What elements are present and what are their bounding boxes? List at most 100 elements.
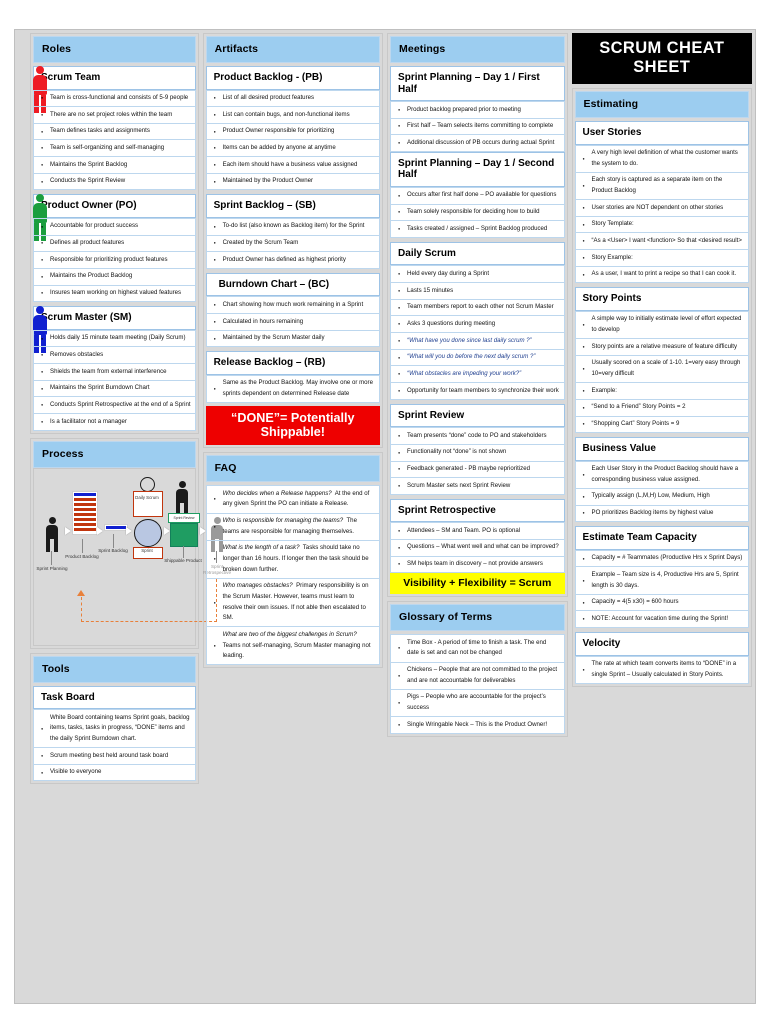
- faq-question: Who decides when a Release happens?: [222, 489, 332, 497]
- tools-title-task-board: Task Board: [33, 685, 196, 710]
- faq-item: Who manages obstacles? Primary responsib…: [205, 578, 381, 628]
- faq-item: What is the length of a task? Tasks shou…: [205, 540, 381, 579]
- list-item: Maintains the Product Backlog: [33, 268, 196, 286]
- meetings-panel: Meetings Sprint Planning – Day 1 / First…: [387, 33, 568, 598]
- meeting-items-sprint-review: Team presents “done” code to PO and stak…: [390, 427, 565, 495]
- list-item: Holds daily 15 minute team meeting (Dail…: [33, 329, 196, 348]
- list-item: As a user, I want to print a recipe so t…: [574, 266, 749, 284]
- list-item: Maintained by the Scrum Master daily: [205, 330, 381, 348]
- list-item: Scrum Master sets next Sprint Review: [390, 478, 565, 495]
- meeting-title-daily-scrum: Daily Scrum: [390, 241, 565, 266]
- column-meetings: Meetings Sprint Planning – Day 1 / First…: [387, 33, 568, 1000]
- meeting-title-sprint-planning-second-half: Sprint Planning – Day 1 / Second Half: [390, 151, 565, 187]
- estimating-items-velocity: The rate at which team converts items to…: [574, 655, 749, 684]
- estimating-items-team-capacity: Capacity = # Teammates (Productive Hrs x…: [574, 549, 749, 629]
- meeting-title-sprint-retrospective: Sprint Retrospective: [390, 498, 565, 523]
- shippable-product-box-icon: [170, 522, 198, 547]
- list-item: Is a facilitator not a manager: [33, 414, 196, 431]
- list-item: Items can be added by anyone at anytime: [205, 140, 381, 158]
- process-label-product-backlog: Product Backlog: [65, 553, 99, 559]
- sprint-review-person-icon: [174, 480, 190, 516]
- meeting-title-sprint-planning-first-half: Sprint Planning – Day 1 / First Half: [390, 66, 565, 101]
- list-item: Maintains the Sprint Burndown Chart: [33, 380, 196, 398]
- role-group-scrum-team: Scrum Team Team is cross-functional and …: [33, 66, 196, 191]
- list-item: User stories are NOT dependent on other …: [574, 200, 749, 217]
- list-item: Example:: [574, 383, 749, 400]
- list-item: Each item should have a business value a…: [205, 157, 381, 174]
- meetings-band: Meetings: [390, 36, 565, 63]
- faq-item: Who is responsible for managing the team…: [205, 513, 381, 541]
- list-item: Responsible for prioritizing product fea…: [33, 252, 196, 269]
- estimating-items-story-points: A simple way to initially estimate level…: [574, 310, 749, 434]
- estimating-items-user-stories: A very high level definition of what the…: [574, 144, 749, 284]
- list-item: Each User Story in the Product Backlog s…: [574, 460, 749, 489]
- sprint-cycle-icon: [134, 518, 162, 547]
- process-panel: Process Sprint Planning Product Backlog: [30, 437, 231, 649]
- list-item: Scrum meeting best held around task boar…: [33, 748, 196, 765]
- meeting-items-sprint-planning-second-half: Occurs after first half done – PO availa…: [390, 186, 565, 238]
- list-item: Time Box - A period of time to finish a …: [390, 634, 565, 663]
- list-item: First half – Team selects items committi…: [390, 118, 565, 136]
- done-banner: “DONE”= Potentially Shippable!: [205, 406, 381, 446]
- daily-scrum-question: “What obstacles are impeding your work?”: [390, 366, 565, 384]
- list-item: Product Owner responsible for prioritizi…: [205, 123, 381, 141]
- list-item: Team defines tasks and assignments: [33, 123, 196, 141]
- estimating-items-business-value: Each User Story in the Product Backlog s…: [574, 460, 749, 523]
- list-item: Opportunity for team members to synchron…: [390, 383, 565, 400]
- list-item: Capacity = 4(5 x30) = 600 hours: [574, 594, 749, 612]
- daily-scrum-question: “What have you done since last daily scr…: [390, 333, 565, 350]
- list-item: There are no set project roles within th…: [33, 107, 196, 124]
- list-item: Usually scored on a scale of 1-10. 1=ver…: [574, 355, 749, 384]
- process-diagram: Sprint Planning Product Backlog Sprint B…: [33, 467, 231, 646]
- visibility-banner: Visibility + Flexibility = Scrum: [390, 573, 565, 595]
- list-item: Calculated in hours remaining: [205, 314, 381, 331]
- list-item: Maintained by the Product Owner: [205, 173, 381, 191]
- estimating-panel: Estimating User Stories A very high leve…: [571, 88, 752, 687]
- meeting-items-daily-scrum: Held every day during a Sprint Lasts 15 …: [390, 265, 565, 400]
- list-item: Defines all product features: [33, 235, 196, 253]
- faq-question: What are two of the biggest challenges i…: [222, 630, 357, 638]
- faq-question: Who manages obstacles?: [222, 582, 293, 590]
- list-item: Removes obstacles: [33, 347, 196, 365]
- list-item: A simple way to initially estimate level…: [574, 310, 749, 340]
- scrum-cheat-sheet: Roles Scrum Team Team is cross-functiona…: [14, 29, 756, 1004]
- artifact-items-product-backlog: List of all desired product features Lis…: [205, 89, 381, 191]
- list-item: Chickens – People that are not committed…: [390, 662, 565, 690]
- glossary-band: Glossary of Terms: [390, 604, 565, 632]
- artifact-title-burndown-chart: Burndown Chart – (BC): [205, 272, 381, 297]
- sprint-planning-person-icon: [44, 516, 60, 552]
- meeting-items-sprint-retrospective: Attendees – SM and Team. PO is optional …: [390, 522, 565, 574]
- estimating-title-velocity: Velocity: [574, 632, 749, 656]
- estimating-title-user-stories: User Stories: [574, 121, 749, 145]
- faq-answer: Teams not self-managing, Scrum Master ma…: [222, 641, 371, 660]
- artifact-items-release-backlog: Same as the Product Backlog. May involve…: [205, 374, 381, 404]
- estimating-title-team-capacity: Estimate Team Capacity: [574, 526, 749, 550]
- list-item: Conducts Sprint Retrospective at the end…: [33, 397, 196, 414]
- list-item: Product Owner has defined as highest pri…: [205, 252, 381, 269]
- list-item: Feedback generated - PB maybe reprioriti…: [390, 461, 565, 479]
- list-item: Single Wringable Neck – This is the Prod…: [390, 717, 565, 734]
- list-item: Shields the team from external interfere…: [33, 364, 196, 381]
- daily-scrum-question: “What will you do before the next daily …: [390, 349, 565, 367]
- list-item: Team presents “done” code to PO and stak…: [390, 427, 565, 445]
- faq-band: FAQ: [205, 455, 381, 483]
- list-item: Asks 3 questions during meeting: [390, 316, 565, 334]
- role-title-scrum-team: Scrum Team: [33, 66, 196, 90]
- artifact-items-burndown-chart: Chart showing how much work remaining in…: [205, 296, 381, 348]
- list-item: A very high level definition of what the…: [574, 144, 749, 173]
- list-item: Created by the Scrum Team: [205, 235, 381, 253]
- list-item: Pigs – People who are accountable for th…: [390, 689, 565, 718]
- list-item: Maintains the Sprint Backlog: [33, 157, 196, 174]
- process-label-sprint-planning: Sprint Planning: [36, 565, 68, 571]
- list-item: Attendees – SM and Team. PO is optional: [390, 522, 565, 540]
- list-item: The rate at which team converts items to…: [574, 655, 749, 684]
- roles-panel: Roles Scrum Team Team is cross-functiona…: [30, 33, 199, 434]
- faq-question: What is the length of a task?: [222, 544, 300, 552]
- role-title-scrum-master: Scrum Master (SM): [33, 306, 196, 330]
- artifact-title-product-backlog: Product Backlog - (PB): [205, 66, 381, 90]
- tools-band: Tools: [33, 655, 196, 683]
- list-item: Questions – What went well and what can …: [390, 539, 565, 557]
- list-item: Functionality not “done” is not shown: [390, 444, 565, 462]
- faq-items: Who decides when a Release happens? At t…: [205, 485, 381, 666]
- list-item: “Send to a Friend” Story Points = 2: [574, 399, 749, 417]
